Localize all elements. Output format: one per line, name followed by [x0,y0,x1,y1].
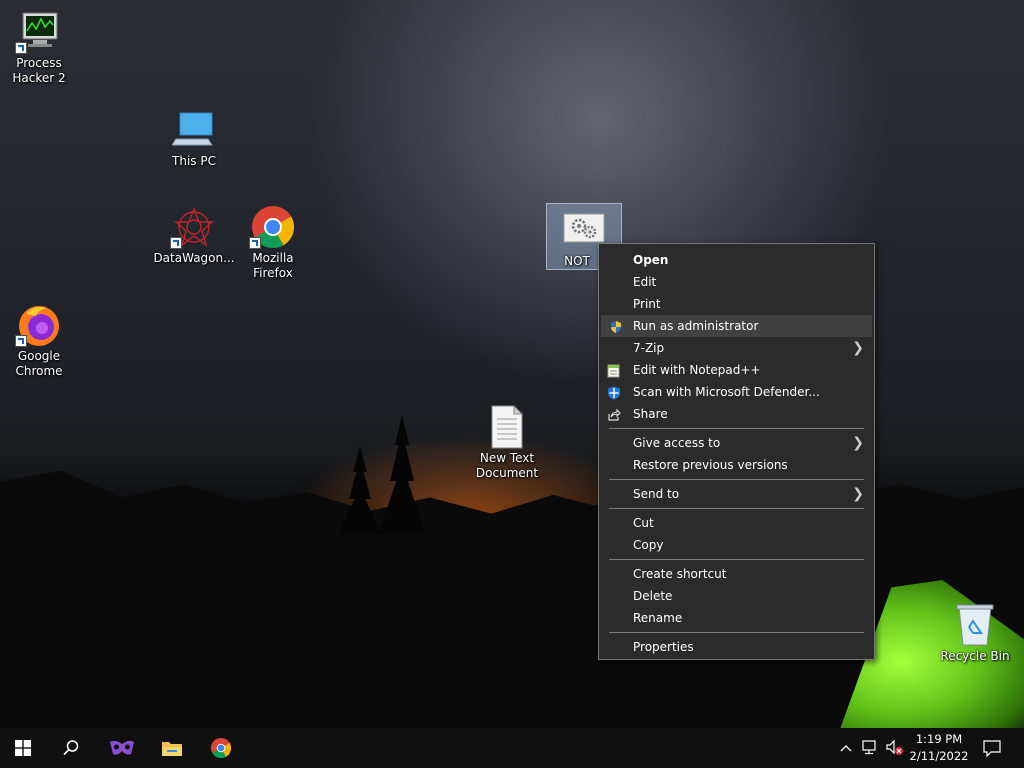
taskbar-file-explorer[interactable] [149,728,195,768]
action-center-button[interactable] [970,728,1014,768]
context-menu: Open Edit Print Run as administrator 7-Z… [598,243,875,660]
menu-item-send-to[interactable]: Send to ❯ [599,483,874,505]
menu-item-label: Share [633,407,668,421]
menu-item-label: 7-Zip [633,341,665,355]
desktop-icon-mozilla-firefox[interactable]: Mozilla Firefox [235,205,311,281]
clock-date: 2/11/2022 [909,749,969,763]
menu-item-label: Edit [633,275,657,289]
notepadpp-icon [607,363,621,378]
menu-separator [609,508,864,509]
datawagon-icon [170,205,218,249]
menu-item-label: Run as administrator [633,319,759,333]
desktop-icon-recycle-bin[interactable]: Recycle Bin [937,603,1013,664]
settings-file-icon [560,210,608,246]
desktop-icon-new-text-document[interactable]: New Text Document [469,405,545,481]
menu-item-label: Cut [633,516,654,530]
chrome-logo-icon [249,205,297,249]
menu-item-label: Print [633,297,661,311]
folder-icon [162,742,182,756]
menu-item-print[interactable]: Print [599,293,874,315]
menu-item-7zip[interactable]: 7-Zip ❯ [599,337,874,359]
shortcut-arrow-icon [170,237,182,249]
menu-item-restore-previous[interactable]: Restore previous versions [599,454,874,476]
menu-item-open[interactable]: Open [599,249,874,271]
chrome-logo-icon [210,737,232,759]
icon-label: This PC [172,154,216,168]
taskbar-chrome[interactable] [198,728,244,768]
menu-item-create-shortcut[interactable]: Create shortcut [599,563,874,585]
firefox-logo-icon [15,303,63,347]
purple-mask-app-icon [110,740,134,755]
menu-separator [609,559,864,560]
desktop-icon-process-hacker[interactable]: Process Hacker 2 [1,10,77,86]
windows-logo-icon [15,740,31,756]
menu-item-cut[interactable]: Cut [599,512,874,534]
menu-separator [609,632,864,633]
menu-item-label: Restore previous versions [633,458,788,472]
taskbar-app-purple[interactable] [99,728,145,768]
show-hidden-icons-button[interactable] [834,728,858,768]
menu-separator [609,428,864,429]
icon-label: DataWagon... [153,251,235,265]
menu-item-label: Give access to [633,436,721,450]
text-document-icon [483,405,531,449]
wallpaper-tree [338,445,382,535]
menu-item-give-access[interactable]: Give access to ❯ [599,432,874,454]
process-hacker-icon [15,10,63,54]
clock-time: 1:19 PM [915,732,963,746]
menu-item-label: Open [633,253,669,267]
computer-icon [170,108,218,152]
menu-item-edit[interactable]: Edit [599,271,874,293]
menu-item-label: Copy [633,538,664,552]
icon-label: NOT [564,254,590,268]
search-button[interactable] [48,728,94,768]
menu-item-share[interactable]: Share [599,403,874,425]
notification-icon [983,740,1001,757]
desktop-icon-this-pc[interactable]: This PC [156,108,232,169]
menu-item-delete[interactable]: Delete [599,585,874,607]
menu-item-label: Delete [633,589,673,603]
menu-item-label: Create shortcut [633,567,727,581]
chevron-right-icon: ❯ [852,340,864,356]
menu-item-label: Properties [633,640,694,654]
taskbar-clock[interactable]: 1:19 PM 2/11/2022 [904,731,974,765]
menu-separator [609,479,864,480]
menu-item-label: Rename [633,611,683,625]
menu-item-properties[interactable]: Properties [599,636,874,658]
recycle-bin-icon [951,603,999,647]
icon-label: Google Chrome [15,349,63,378]
menu-item-scan-defender[interactable]: Scan with Microsoft Defender... [599,381,874,403]
desktop-icon-google-chrome[interactable]: Google Chrome [1,303,77,379]
chevron-right-icon: ❯ [852,486,864,502]
defender-shield-icon [607,385,621,400]
menu-item-label: Scan with Microsoft Defender... [633,385,820,399]
wallpaper-tree [378,415,426,535]
shortcut-arrow-icon [249,237,261,249]
volume-muted-icon [886,740,903,755]
menu-item-copy[interactable]: Copy [599,534,874,556]
menu-item-label: Edit with Notepad++ [633,363,761,377]
icon-label: New Text Document [475,451,539,480]
desktop-icon-datawagon[interactable]: DataWagon... [153,205,235,266]
shortcut-arrow-icon [15,42,27,54]
icon-label: Mozilla Firefox [252,251,294,280]
taskbar: 1:19 PM 2/11/2022 [0,728,1024,768]
share-icon [607,407,621,421]
chevron-right-icon: ❯ [852,435,864,451]
icon-label: Recycle Bin [940,649,1010,663]
network-icon [862,740,876,755]
shortcut-arrow-icon [15,335,27,347]
menu-item-edit-notepadpp[interactable]: Edit with Notepad++ [599,359,874,381]
search-icon [63,740,79,756]
start-button[interactable] [0,728,46,768]
network-button[interactable] [858,728,884,768]
icon-label: Process Hacker 2 [12,56,66,85]
uac-shield-icon [609,319,623,333]
chevron-up-icon [840,745,852,752]
menu-item-label: Send to [633,487,680,501]
menu-item-run-as-administrator[interactable]: Run as administrator [601,315,872,337]
menu-item-rename[interactable]: Rename [599,607,874,629]
